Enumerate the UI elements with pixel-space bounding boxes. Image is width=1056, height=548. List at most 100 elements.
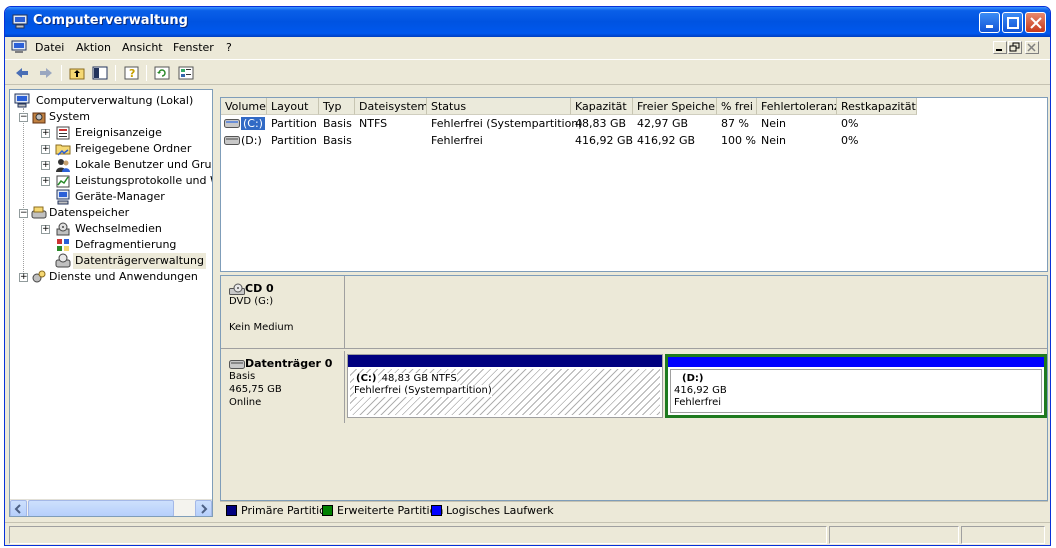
cell-dateisystem: NTFS <box>359 117 388 130</box>
properties-button[interactable] <box>177 64 195 82</box>
minimize-icon <box>986 25 993 28</box>
collapse-icon[interactable]: − <box>19 113 28 122</box>
tree-line <box>23 108 24 272</box>
disk0-size: 465,75 GB <box>229 384 282 395</box>
drive-icon <box>224 136 240 145</box>
mdi-close-button[interactable] <box>1025 41 1039 54</box>
close-icon <box>1027 43 1036 52</box>
computer-management-icon <box>14 93 30 108</box>
partition-d-size: 416,92 GB <box>674 385 727 396</box>
expand-icon[interactable]: + <box>41 129 50 138</box>
menu-datei[interactable]: Datei <box>35 41 64 54</box>
menu-help[interactable]: ? <box>226 41 232 54</box>
restore-icon <box>1009 42 1020 52</box>
storage-icon <box>31 206 47 219</box>
cd-drive-letter: DVD (G:) <box>229 296 274 307</box>
column-header-status[interactable]: Status <box>427 98 571 115</box>
logical-drive-bar <box>668 357 1044 367</box>
cell-volume: (D:) <box>241 134 262 147</box>
removable-storage-icon <box>56 222 70 236</box>
expand-icon[interactable]: + <box>41 161 50 170</box>
refresh-icon <box>154 66 170 80</box>
cell-prozent-frei: 87 % <box>721 117 749 130</box>
toolbar-separator <box>146 65 147 81</box>
console-tree: Computerverwaltung (Lokal) − System + Er… <box>9 89 213 517</box>
back-arrow-icon <box>16 68 28 78</box>
cell-status: Fehlerfrei (Systempartition) <box>431 117 583 130</box>
cell-status: Fehlerfrei <box>431 134 483 147</box>
show-hide-tree-button[interactable] <box>91 64 109 82</box>
mdi-restore-button[interactable] <box>1008 41 1022 54</box>
legend-swatch-logical <box>431 505 442 516</box>
tree-item-label: Datenträgerverwaltung <box>73 253 206 269</box>
svg-text:?: ? <box>129 67 135 80</box>
close-icon <box>1030 17 1042 29</box>
status-bar <box>5 522 1050 545</box>
cell-layout: Partition <box>271 117 317 130</box>
column-header-freier-speicher[interactable]: Freier Speicher <box>633 98 717 115</box>
collapse-icon[interactable]: − <box>19 209 28 218</box>
expand-icon[interactable]: + <box>41 145 50 154</box>
scroll-right-button[interactable] <box>195 500 212 516</box>
cell-volume: (C:) <box>239 115 265 132</box>
toolbar-separator <box>115 65 116 81</box>
partition-d-label: (D:) <box>682 373 704 384</box>
expand-icon[interactable]: + <box>41 225 50 234</box>
partition-c-label: (C:) <box>354 373 379 385</box>
shared-folder-icon <box>55 144 71 156</box>
scroll-left-button[interactable] <box>10 500 27 516</box>
maximize-icon <box>1007 17 1019 29</box>
partition-d[interactable]: (D:) 416,92 GB Fehlerfrei <box>665 354 1047 418</box>
cell-restkapazitaet: 0% <box>841 134 859 147</box>
computer-management-icon <box>12 14 28 29</box>
forward-button[interactable] <box>37 64 55 82</box>
column-header-kapazitaet[interactable]: Kapazität <box>571 98 633 115</box>
help-button[interactable]: ? <box>123 64 141 82</box>
column-header-typ[interactable]: Typ <box>319 98 355 115</box>
cd-info[interactable]: CD 0 DVD (G:) Kein Medium <box>221 276 345 348</box>
column-header-dateisystem[interactable]: Dateisystem <box>355 98 427 115</box>
disk0-info[interactable]: Datenträger 0 Basis 465,75 GB Online <box>221 351 345 423</box>
column-header-layout[interactable]: Layout <box>267 98 319 115</box>
tree-horizontal-scrollbar[interactable] <box>10 499 212 516</box>
maximize-button[interactable] <box>1002 12 1023 33</box>
disk0-name: Datenträger 0 <box>245 357 333 370</box>
performance-logs-icon <box>56 175 70 188</box>
mdi-minimize-button[interactable] <box>993 41 1007 54</box>
menu-fenster[interactable]: Fenster <box>173 41 214 54</box>
cell-kapazitaet: 416,92 GB <box>575 134 634 147</box>
column-header-volume[interactable]: Volume <box>221 98 267 115</box>
menu-aktion[interactable]: Aktion <box>76 41 111 54</box>
scroll-thumb[interactable] <box>28 500 174 516</box>
partition-legend: Primäre Partition Erweiterte Partition L… <box>220 501 1048 519</box>
chevron-right-icon <box>201 504 208 514</box>
cell-restkapazitaet: 0% <box>841 117 859 130</box>
back-button[interactable] <box>13 64 31 82</box>
column-header-fehlertoleranz[interactable]: Fehlertoleranz <box>757 98 837 115</box>
event-viewer-icon <box>56 126 70 140</box>
refresh-button[interactable] <box>153 64 171 82</box>
expand-icon[interactable]: + <box>19 273 28 282</box>
document-window-icon <box>11 40 27 53</box>
partition-c[interactable]: (C:) 48,83 GB NTFS Fehlerfrei (Systempar… <box>347 354 663 418</box>
cd-drive-icon <box>229 283 245 295</box>
cd-media-area[interactable] <box>345 276 1047 348</box>
up-level-button[interactable] <box>68 64 86 82</box>
partition-d-text: (D:) 416,92 GB Fehlerfrei <box>674 373 727 409</box>
cd-name: CD 0 <box>245 282 274 295</box>
column-header-restkapazitaet[interactable]: Restkapazität <box>837 98 917 115</box>
minimize-button[interactable] <box>979 12 1000 33</box>
minimize-icon <box>996 49 1002 51</box>
tree-item-label: System <box>49 110 91 123</box>
tree-item-label: Lokale Benutzer und Gruppen <box>75 158 212 171</box>
disk-graphical-view: CD 0 DVD (G:) Kein Medium Datenträger 0 … <box>220 275 1048 501</box>
column-header-prozent-frei[interactable]: % frei <box>717 98 757 115</box>
cell-fehlertoleranz: Nein <box>761 117 787 130</box>
title-bar[interactable]: Computerverwaltung <box>5 7 1050 37</box>
expand-icon[interactable]: + <box>41 177 50 186</box>
close-button[interactable] <box>1025 12 1046 33</box>
console-tree-icon <box>92 66 108 80</box>
defragment-icon <box>57 239 69 251</box>
menu-ansicht[interactable]: Ansicht <box>122 41 163 54</box>
partition-c-status: Fehlerfrei (Systempartition) <box>354 385 492 397</box>
